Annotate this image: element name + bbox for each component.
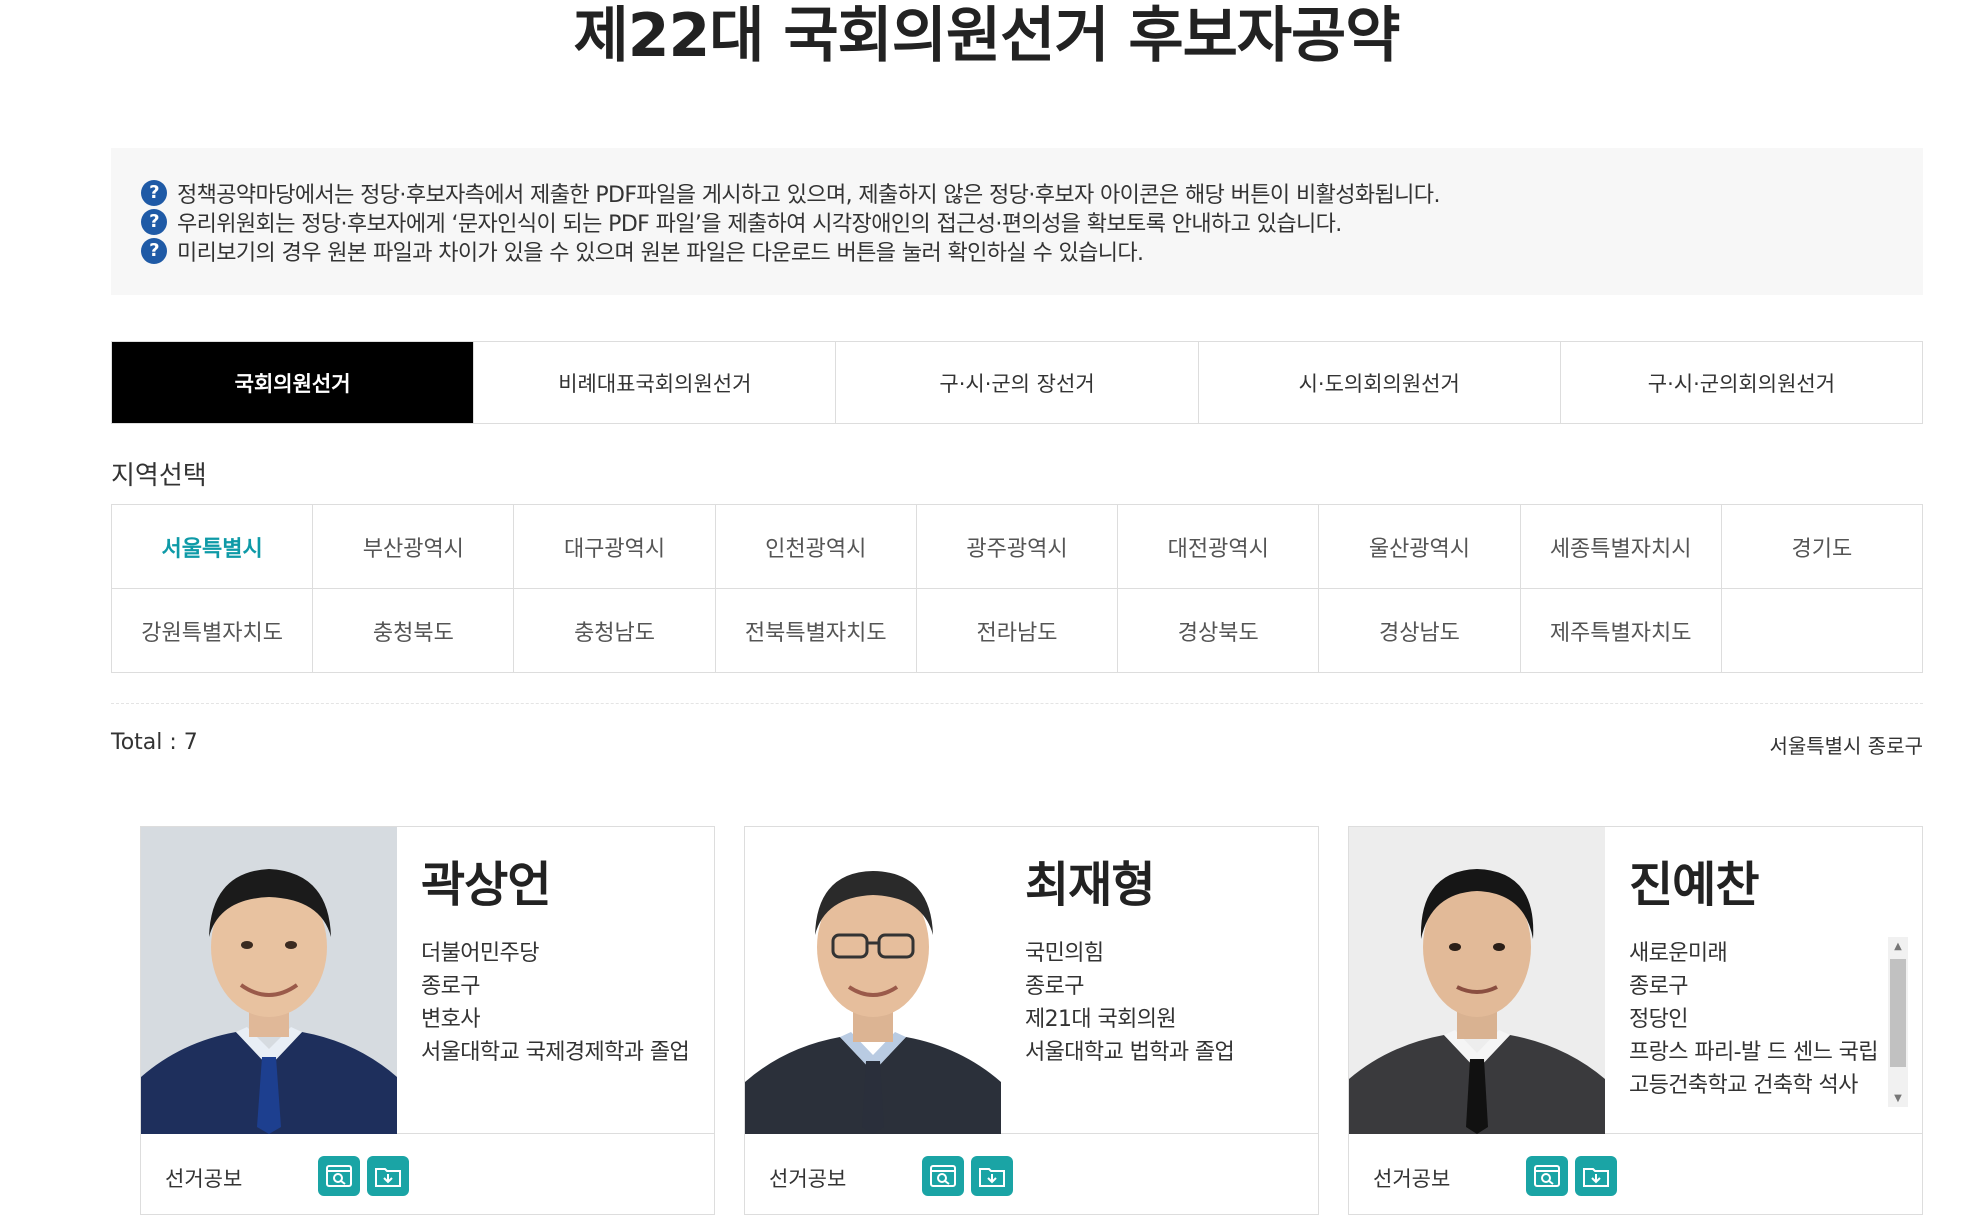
election-type-tabs: 국회의원선거 비례대표국회의원선거 구·시·군의 장선거 시·도의회의원선거 구… (111, 341, 1923, 424)
preview-search-icon (1534, 1165, 1560, 1187)
region-gyeongnam[interactable]: 경상남도 (1319, 589, 1521, 673)
total-value: 7 (183, 730, 198, 755)
region-jeju[interactable]: 제주특별자치도 (1520, 589, 1722, 673)
region-sejong[interactable]: 세종특별자치시 (1520, 505, 1722, 589)
election-bulletin-label: 선거공보 (1373, 1167, 1451, 1191)
tab-proportional[interactable]: 비례대표국회의원선거 (474, 342, 837, 423)
question-circle-icon: ? (141, 237, 167, 264)
region-daegu[interactable]: 대구광역시 (514, 505, 716, 589)
page-title: 제22대 국회의원선거 후보자공약 (573, 1, 1401, 71)
preview-search-icon (326, 1165, 352, 1187)
question-circle-icon: ? (141, 179, 167, 206)
download-icon (979, 1168, 1005, 1187)
notice-text: 정책공약마당에서는 정당·후보자측에서 제출한 PDF파일을 게시하고 있으며,… (177, 182, 1440, 208)
tab-provincial-council[interactable]: 시·도의회의원선거 (1199, 342, 1561, 423)
candidate-district: 종로구 (1629, 974, 1689, 999)
region-chungnam[interactable]: 충청남도 (514, 589, 716, 673)
candidate-party: 새로운미래 (1629, 941, 1728, 966)
notice-line: ? 미리보기의 경우 원본 파일과 차이가 있을 수 있으며 원본 파일은 다운… (141, 236, 1923, 266)
question-circle-icon: ? (141, 208, 167, 235)
candidate-education: 서울대학교 국제경제학과 졸업 (421, 1040, 690, 1065)
region-empty-cell (1721, 589, 1923, 673)
region-selector: 서울특별시 부산광역시 대구광역시 인천광역시 광주광역시 대전광역시 울산광역… (111, 504, 1923, 673)
download-button[interactable] (367, 1156, 409, 1196)
region-busan[interactable]: 부산광역시 (313, 505, 515, 589)
candidate-card-body: 진예찬 새로운미래 종로구 정당인 프랑스 파리-발 드 센느 국립고등건축학교… (1349, 827, 1922, 1134)
candidate-card-footer: 선거공보 (141, 1135, 714, 1214)
candidate-photo (745, 827, 1001, 1134)
tab-local-council[interactable]: 구·시·군의회의원선거 (1561, 342, 1922, 423)
candidate-card-body: 곽상언 더불어민주당 종로구 변호사 서울대학교 국제경제학과 졸업 (141, 827, 714, 1134)
tab-local-head[interactable]: 구·시·군의 장선거 (836, 342, 1199, 423)
candidate-name: 진예찬 (1629, 857, 1759, 913)
download-icon (1583, 1168, 1609, 1187)
candidate-party: 국민의힘 (1025, 941, 1104, 966)
candidate-name: 최재형 (1025, 857, 1155, 913)
candidate-occupation: 정당인 (1629, 1007, 1689, 1032)
candidate-info: 진예찬 새로운미래 종로구 정당인 프랑스 파리-발 드 센느 국립고등건축학교… (1629, 855, 1882, 1123)
candidate-portrait-image (745, 827, 1001, 1134)
download-icon (375, 1168, 401, 1187)
candidate-info: 최재형 국민의힘 종로구 제21대 국회의원 서울대학교 법학과 졸업 (1025, 855, 1298, 1123)
region-ulsan[interactable]: 울산광역시 (1319, 505, 1521, 589)
download-button[interactable] (971, 1156, 1013, 1196)
region-jeonnam[interactable]: 전라남도 (916, 589, 1119, 673)
election-bulletin-label: 선거공보 (165, 1167, 243, 1191)
total-count: Total : 7 (111, 730, 198, 755)
total-label: Total : (111, 730, 184, 755)
candidate-education: 서울대학교 법학과 졸업 (1025, 1040, 1235, 1065)
candidate-card: 진예찬 새로운미래 종로구 정당인 프랑스 파리-발 드 센느 국립고등건축학교… (1348, 826, 1923, 1215)
region-incheon[interactable]: 인천광역시 (715, 505, 917, 589)
notice-box: ? 정책공약마당에서는 정당·후보자측에서 제출한 PDF파일을 게시하고 있으… (111, 148, 1923, 295)
preview-search-icon (930, 1165, 956, 1187)
region-gyeonggi[interactable]: 경기도 (1721, 505, 1923, 589)
preview-button[interactable] (318, 1156, 360, 1196)
preview-button[interactable] (1526, 1156, 1568, 1196)
divider (111, 703, 1923, 704)
region-gangwon[interactable]: 강원특별자치도 (112, 589, 314, 673)
candidate-party: 더불어민주당 (421, 941, 539, 966)
region-seoul[interactable]: 서울특별시 (112, 505, 314, 589)
region-jeonbuk[interactable]: 전북특별자치도 (715, 589, 917, 673)
region-daejeon[interactable]: 대전광역시 (1118, 505, 1320, 589)
notice-text: 미리보기의 경우 원본 파일과 차이가 있을 수 있으며 원본 파일은 다운로드… (177, 240, 1144, 266)
notice-text: 우리위원회는 정당·후보자에게 ‘문자인식이 되는 PDF 파일’을 제출하여 … (177, 211, 1342, 237)
candidate-education: 프랑스 파리-발 드 센느 국립고등건축학교 건축학 석사 (1629, 1040, 1879, 1098)
notice-line: ? 정책공약마당에서는 정당·후보자측에서 제출한 PDF파일을 게시하고 있으… (141, 178, 1923, 208)
notice-line: ? 우리위원회는 정당·후보자에게 ‘문자인식이 되는 PDF 파일’을 제출하… (141, 207, 1923, 237)
tab-national-assembly[interactable]: 국회의원선거 (112, 342, 475, 423)
candidate-district: 종로구 (421, 974, 481, 999)
candidate-info: 곽상언 더불어민주당 종로구 변호사 서울대학교 국제경제학과 졸업 (421, 855, 694, 1123)
candidate-photo (141, 827, 397, 1134)
candidate-card-body: 최재형 국민의힘 종로구 제21대 국회의원 서울대학교 법학과 졸업 (745, 827, 1318, 1134)
preview-button[interactable] (922, 1156, 964, 1196)
region-chungbuk[interactable]: 충청북도 (313, 589, 515, 673)
scroll-up-icon[interactable]: ▲ (1888, 937, 1908, 955)
scroll-down-icon[interactable]: ▼ (1888, 1089, 1908, 1107)
region-heading: 지역선택 (111, 461, 207, 491)
candidate-photo (1349, 827, 1605, 1134)
candidate-card: 곽상언 더불어민주당 종로구 변호사 서울대학교 국제경제학과 졸업 선거공보 (140, 826, 715, 1215)
scroll-thumb[interactable] (1890, 959, 1906, 1067)
candidate-info-scrollbar[interactable]: ▲ ▼ (1888, 937, 1908, 1107)
candidate-name: 곽상언 (421, 857, 551, 913)
selected-location: 서울특별시 종로구 (1769, 734, 1923, 758)
candidate-portrait-image (141, 827, 397, 1134)
candidate-portrait-image (1349, 827, 1605, 1134)
candidate-occupation: 변호사 (421, 1007, 481, 1032)
download-button[interactable] (1575, 1156, 1617, 1196)
candidate-card-footer: 선거공보 (745, 1135, 1318, 1214)
candidate-occupation: 제21대 국회의원 (1025, 1007, 1177, 1032)
candidate-card-footer: 선거공보 (1349, 1135, 1922, 1214)
region-gyeongbuk[interactable]: 경상북도 (1118, 589, 1320, 673)
candidate-district: 종로구 (1025, 974, 1085, 999)
candidate-card: 최재형 국민의힘 종로구 제21대 국회의원 서울대학교 법학과 졸업 선거공보 (744, 826, 1319, 1215)
election-bulletin-label: 선거공보 (769, 1167, 847, 1191)
region-gwangju[interactable]: 광주광역시 (916, 505, 1119, 589)
